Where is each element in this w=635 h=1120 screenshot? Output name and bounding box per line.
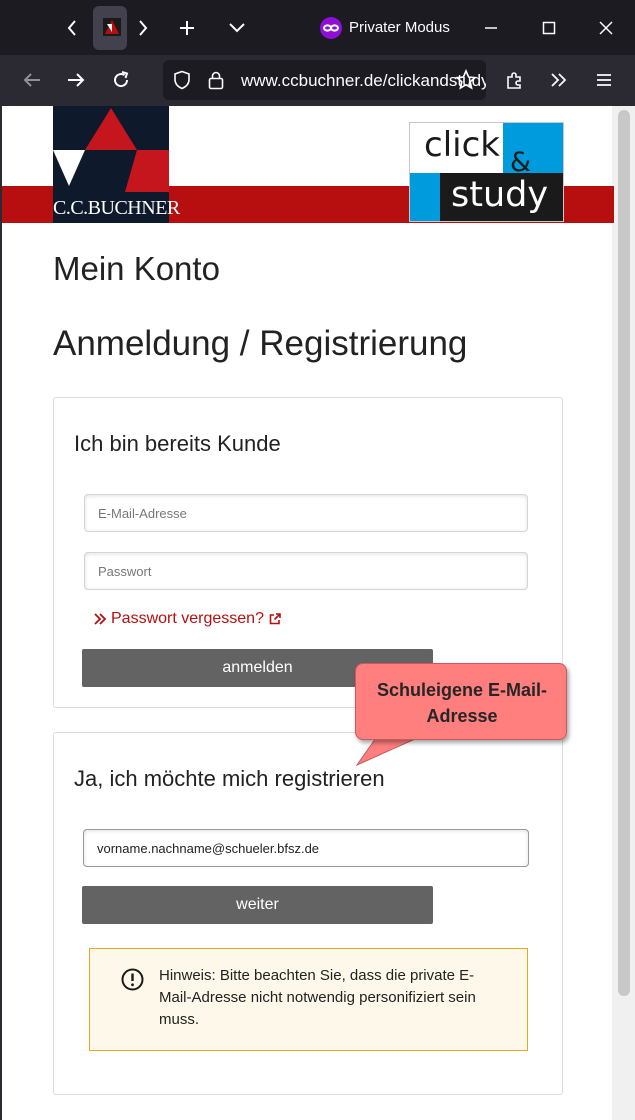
double-chevron-icon xyxy=(94,613,107,625)
forgot-password-label[interactable]: Passwort vergessen? xyxy=(111,610,264,628)
notice-box: Hinweis: Bitte beachten Sie, dass die pr… xyxy=(89,948,528,1051)
maximize-button[interactable] xyxy=(531,8,567,48)
callout-line-2: Adresse xyxy=(426,706,498,726)
extensions-button[interactable] xyxy=(498,63,532,97)
page-scrollbar[interactable] xyxy=(612,106,635,1120)
chevron-left-icon xyxy=(67,20,76,36)
page-title: Mein Konto xyxy=(53,250,220,287)
bookmark-star-icon xyxy=(455,69,477,90)
exclamation-circle-icon xyxy=(121,968,144,991)
notice-text: Hinweis: Bitte beachten Sie, dass die pr… xyxy=(159,967,476,1028)
forward-arrow-icon xyxy=(68,73,85,87)
maximize-icon xyxy=(542,21,556,35)
back-button[interactable] xyxy=(15,63,49,97)
chevron-down-icon xyxy=(229,23,245,33)
forgot-password-link[interactable]: Passwort vergessen? xyxy=(93,610,282,628)
new-tab-button[interactable] xyxy=(169,8,205,48)
scroll-tabs-left-button[interactable] xyxy=(54,8,90,48)
callout-line-1: Schuleigene E-Mail- xyxy=(376,680,548,700)
tab-list-button[interactable] xyxy=(219,8,255,48)
logo-ampersand-text: & xyxy=(510,147,532,178)
private-mode-label: Privater Modus xyxy=(349,19,450,36)
forward-button[interactable] xyxy=(59,63,93,97)
window-edge xyxy=(0,106,2,1120)
back-arrow-icon xyxy=(23,73,40,87)
ccbuchner-logo[interactable]: C.C.BUCHNER xyxy=(53,106,180,223)
scroll-tabs-right-button[interactable] xyxy=(125,8,161,48)
logo-blue-block-left xyxy=(410,173,440,221)
overflow-button[interactable] xyxy=(542,63,576,97)
login-email-input[interactable] xyxy=(84,494,528,532)
ccbuchner-triangles-icon xyxy=(53,108,169,192)
shield-icon[interactable] xyxy=(173,70,191,90)
scrollbar-thumb[interactable] xyxy=(618,110,630,996)
tab-bar: Privater Modus xyxy=(0,0,635,55)
extensions-icon xyxy=(507,72,521,89)
register-heading: Ja, ich möchte mich registrieren xyxy=(74,766,385,791)
ccbuchner-logo-text: C.C.BUCHNER xyxy=(53,197,180,219)
reload-icon xyxy=(114,71,129,88)
ccbuchner-favicon-icon xyxy=(103,18,121,36)
callout-annotation: Schuleigene E-Mail- Adresse xyxy=(355,663,567,740)
login-heading: Ich bin bereits Kunde xyxy=(74,431,281,456)
close-icon xyxy=(599,21,613,35)
plus-icon xyxy=(180,21,194,35)
click-and-study-logo[interactable]: click & study xyxy=(409,122,564,222)
logo-study-text: study xyxy=(451,175,549,215)
login-password-input[interactable] xyxy=(84,552,528,590)
close-window-button[interactable] xyxy=(588,8,624,48)
minimize-icon xyxy=(485,27,497,29)
login-card: Ich bin bereits Kunde Passwort vergessen… xyxy=(53,397,563,708)
menu-icon xyxy=(597,74,611,86)
overflow-icon xyxy=(551,73,567,87)
page-subtitle: Anmeldung / Registrierung xyxy=(53,324,468,363)
minimize-button[interactable] xyxy=(473,8,509,48)
chevron-right-icon xyxy=(139,20,148,36)
register-email-input[interactable] xyxy=(83,829,529,867)
app-menu-button[interactable] xyxy=(587,63,621,97)
bookmark-button[interactable] xyxy=(449,63,483,97)
logo-click-text: click xyxy=(424,125,500,165)
lock-icon[interactable] xyxy=(207,70,225,90)
web-page: C.C.BUCHNER click & study Mein Konto Anm… xyxy=(0,106,635,1120)
external-link-icon xyxy=(269,613,281,625)
register-card: Ja, ich möchte mich registrieren weiter … xyxy=(53,732,563,1095)
callout-text: Schuleigene E-Mail- Adresse xyxy=(356,677,568,729)
continue-button[interactable]: weiter xyxy=(82,886,433,924)
reload-button[interactable] xyxy=(104,63,138,97)
navigation-bar: www.ccbuchner.de/clickandstudy xyxy=(0,55,635,106)
private-mask-icon xyxy=(320,17,342,39)
url-bar[interactable]: www.ccbuchner.de/clickandstudy xyxy=(163,60,486,100)
